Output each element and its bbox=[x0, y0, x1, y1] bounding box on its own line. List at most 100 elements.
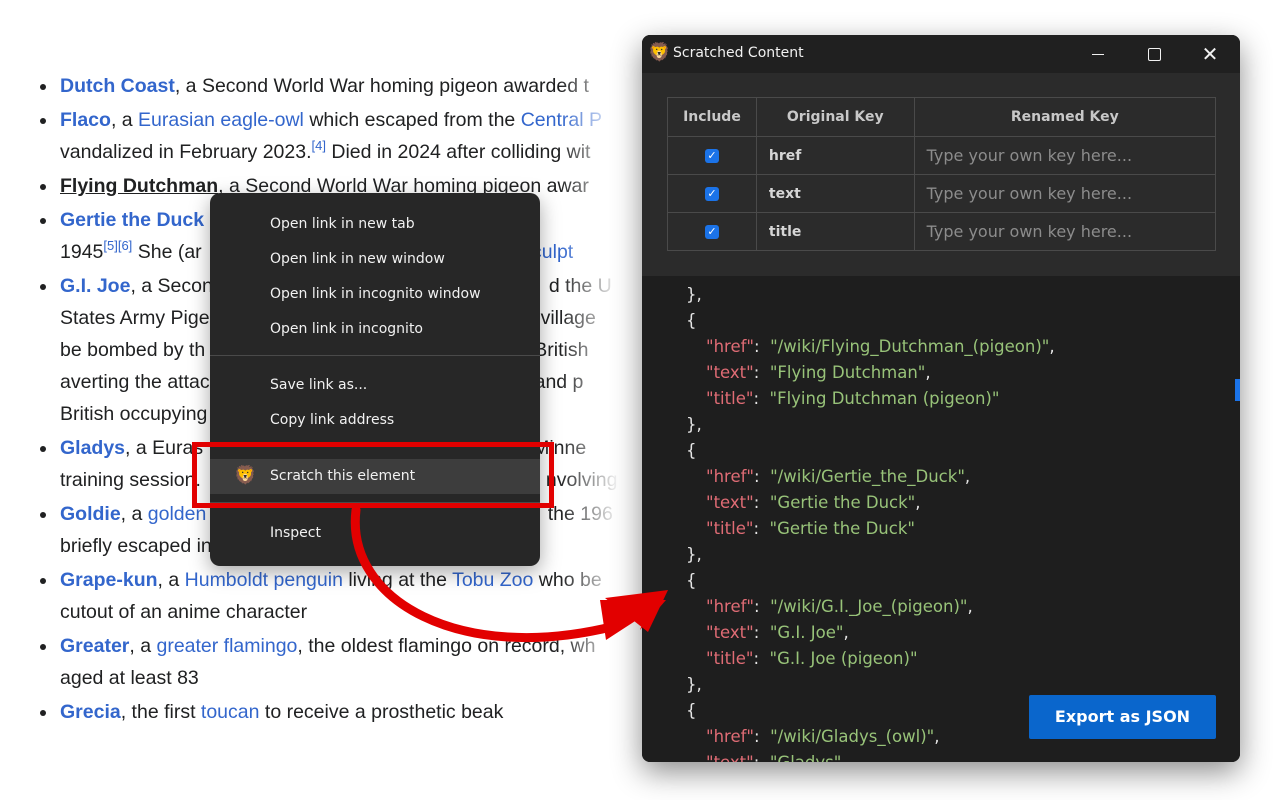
menu-item-open-new-window[interactable]: Open link in new window bbox=[210, 242, 540, 277]
json-punct: : bbox=[753, 623, 770, 642]
json-punct: , bbox=[934, 727, 940, 746]
title-bar[interactable]: 🦁 Scratched Content ✕ bbox=[642, 35, 1240, 73]
column-header-renamed-key: Renamed Key bbox=[913, 97, 1217, 137]
json-line: "title": "G.I. Joe (pigeon)" bbox=[706, 646, 918, 672]
article-link[interactable]: Flying Dutchman bbox=[60, 175, 218, 197]
original-key-cell: href bbox=[755, 136, 915, 175]
json-punct: , bbox=[915, 493, 921, 512]
minimize-button[interactable] bbox=[1075, 35, 1121, 73]
list-text: , a bbox=[120, 503, 148, 525]
json-punct: : bbox=[754, 753, 770, 762]
scratched-content-window: 🦁 Scratched Content ✕ Include Original K… bbox=[642, 35, 1240, 762]
menu-item-open-incognito[interactable]: Open link in incognito bbox=[210, 312, 540, 347]
json-punct: : bbox=[754, 337, 771, 356]
include-checkbox[interactable]: ✓ bbox=[704, 224, 719, 239]
key-table-panel: Include Original Key Renamed Key ✓ href … bbox=[642, 73, 1240, 276]
json-key: "title" bbox=[706, 649, 754, 668]
json-line: }, bbox=[686, 542, 702, 568]
json-preview[interactable]: }, {"href": "/wiki/Flying_Dutchman_(pigeo… bbox=[642, 276, 1240, 762]
citation-link[interactable]: [5][6] bbox=[103, 238, 132, 253]
article-link[interactable]: G.I. Joe bbox=[60, 275, 130, 297]
list-text: , the oldest flamingo on record, wh bbox=[297, 635, 596, 657]
export-json-button[interactable]: Export as JSON bbox=[1029, 695, 1216, 739]
include-checkbox[interactable]: ✓ bbox=[704, 186, 719, 201]
json-punct: { bbox=[686, 311, 697, 330]
json-line: }, bbox=[686, 282, 702, 308]
include-cell: ✓ bbox=[667, 174, 757, 213]
column-header-include: Include bbox=[667, 97, 757, 137]
context-menu: Open link in new tab Open link in new wi… bbox=[210, 193, 540, 566]
citation-link[interactable]: [4] bbox=[312, 138, 326, 153]
minimize-icon bbox=[1092, 53, 1104, 56]
table-row: ✓ text Type your own key here... bbox=[667, 174, 1217, 213]
json-key: "text" bbox=[706, 363, 754, 382]
json-value: "/wiki/G.I._Joe_(pigeon)" bbox=[770, 597, 968, 616]
list-text: to receive a prosthetic beak bbox=[259, 701, 504, 723]
article-link[interactable]: Grecia bbox=[60, 701, 121, 723]
json-punct: }, bbox=[686, 415, 702, 434]
lion-icon: 🦁 bbox=[648, 42, 671, 63]
list-text: averting the attac bbox=[60, 371, 210, 393]
json-punct: }, bbox=[686, 285, 702, 304]
json-punct: : bbox=[754, 727, 771, 746]
list-text: , a Second World War homing pigeon award… bbox=[174, 75, 589, 97]
list-text: Died in 2024 after colliding wit bbox=[325, 141, 591, 163]
maximize-icon bbox=[1147, 48, 1161, 61]
inline-link[interactable]: toucan bbox=[201, 701, 260, 723]
json-line: { bbox=[686, 698, 697, 724]
json-punct: : bbox=[753, 493, 770, 512]
json-line: "title": "Gertie the Duck" bbox=[706, 516, 915, 542]
json-value: "/wiki/Gertie_the_Duck" bbox=[770, 467, 965, 486]
article-link[interactable]: Flaco bbox=[60, 109, 111, 131]
inline-link[interactable]: Eurasian eagle-owl bbox=[138, 109, 304, 131]
inline-link[interactable]: Humboldt penguin bbox=[185, 569, 343, 591]
inline-link[interactable]: Tobu Zoo bbox=[452, 569, 533, 591]
json-punct: , bbox=[841, 753, 846, 762]
inline-link[interactable]: Central P bbox=[521, 109, 602, 131]
json-punct: { bbox=[686, 571, 697, 590]
list-text: nvolving bbox=[545, 469, 618, 491]
inline-link[interactable]: greater flamingo bbox=[156, 635, 297, 657]
menu-item-save-link[interactable]: Save link as... bbox=[210, 368, 540, 403]
list-text: 1945 bbox=[60, 241, 104, 263]
json-punct: : bbox=[754, 467, 771, 486]
close-button[interactable]: ✕ bbox=[1187, 35, 1233, 73]
json-line: "href": "/wiki/Gertie_the_Duck", bbox=[706, 464, 970, 490]
json-value: "G.I. Joe" bbox=[769, 623, 844, 642]
table-row: ✓ href Type your own key here... bbox=[667, 136, 1217, 175]
article-link[interactable]: Grape-kun bbox=[60, 569, 158, 591]
menu-item-inspect[interactable]: Inspect bbox=[210, 516, 540, 551]
json-line: "text": "G.I. Joe", bbox=[706, 620, 849, 646]
include-checkbox[interactable]: ✓ bbox=[704, 148, 719, 163]
original-key-cell: text bbox=[755, 174, 915, 213]
json-line: "text": "Flying Dutchman", bbox=[706, 360, 931, 386]
scrollbar-thumb[interactable] bbox=[1235, 379, 1240, 401]
list-text: , a bbox=[157, 569, 185, 591]
renamed-key-input[interactable]: Type your own key here... bbox=[913, 136, 1217, 175]
renamed-key-input[interactable]: Type your own key here... bbox=[913, 174, 1217, 213]
json-line: { bbox=[686, 568, 697, 594]
article-link[interactable]: Gertie the Duck bbox=[60, 209, 204, 231]
json-line: "text": "Gertie the Duck", bbox=[706, 490, 921, 516]
json-key: "href" bbox=[706, 597, 755, 616]
list-text: living at the bbox=[342, 569, 453, 591]
article-link[interactable]: Greater bbox=[60, 635, 129, 657]
table-header-row: Include Original Key Renamed Key bbox=[667, 97, 1217, 137]
list-text: , a bbox=[129, 635, 157, 657]
article-link[interactable]: Dutch Coast bbox=[60, 75, 175, 97]
renamed-key-input[interactable]: Type your own key here... bbox=[913, 212, 1217, 251]
menu-item-open-new-tab[interactable]: Open link in new tab bbox=[210, 207, 540, 242]
menu-item-copy-link[interactable]: Copy link address bbox=[210, 403, 540, 438]
json-punct: : bbox=[754, 597, 771, 616]
json-key: "href" bbox=[706, 467, 755, 486]
article-link[interactable]: Gladys bbox=[60, 437, 125, 459]
json-value: "G.I. Joe (pigeon)" bbox=[769, 649, 918, 668]
article-link[interactable]: Goldie bbox=[60, 503, 121, 525]
json-line: "href": "/wiki/Gladys_(owl)", bbox=[706, 724, 939, 750]
menu-item-open-incognito-window[interactable]: Open link in incognito window bbox=[210, 277, 540, 312]
maximize-button[interactable] bbox=[1131, 35, 1177, 73]
json-punct: { bbox=[686, 441, 697, 460]
list-text: States Army Pige bbox=[60, 307, 210, 329]
json-value: "Gertie the Duck" bbox=[769, 519, 915, 538]
window-title: Scratched Content bbox=[673, 45, 804, 61]
